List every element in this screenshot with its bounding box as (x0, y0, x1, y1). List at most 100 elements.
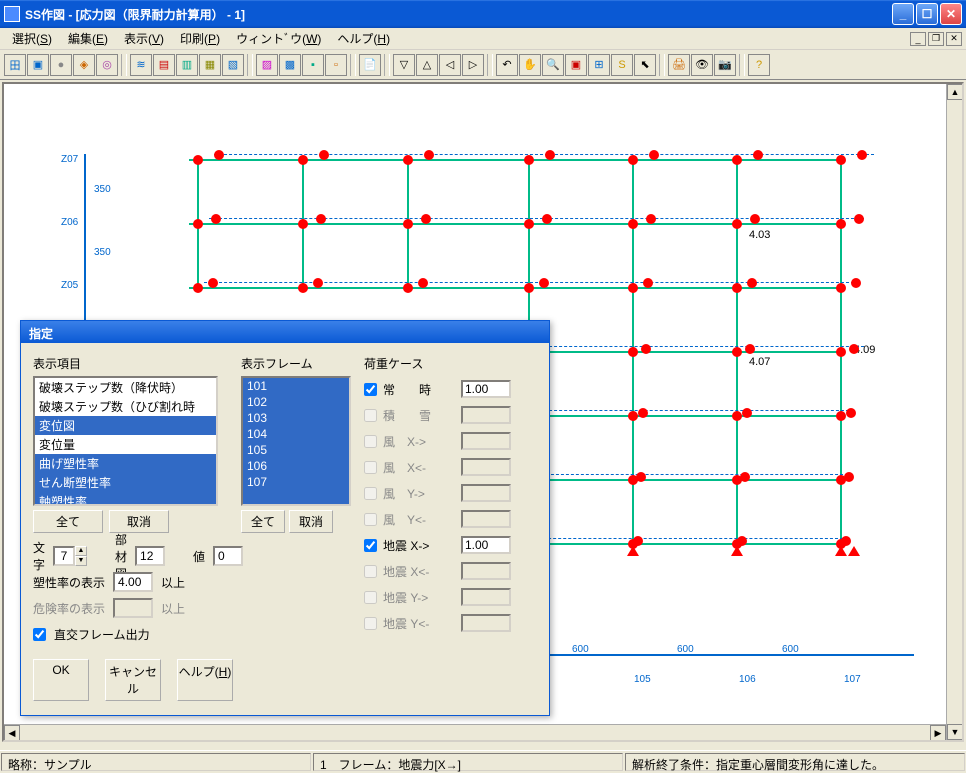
tool-ptr[interactable]: ⬉ (634, 54, 656, 76)
sosei-field[interactable] (113, 572, 153, 592)
loadcase-label: 地震 Y<- (383, 615, 455, 632)
buzai-field[interactable] (135, 546, 165, 566)
menu-select[interactable]: 選択(S) (4, 28, 60, 49)
list-item[interactable]: 106 (243, 458, 349, 474)
btn-cancel-2[interactable]: 取消 (289, 510, 333, 533)
tool-grid2[interactable]: ⊞ (588, 54, 610, 76)
list-item[interactable]: 104 (243, 426, 349, 442)
btn-all-1[interactable]: 全て (33, 510, 103, 533)
mdi-minimize[interactable]: _ (910, 32, 926, 46)
list-item[interactable]: 101 (243, 378, 349, 394)
tool-13[interactable]: ▪ (302, 54, 324, 76)
cancel-button[interactable]: キャンセル (105, 659, 161, 701)
scroll-up-icon[interactable]: ▲ (947, 84, 963, 100)
list-item[interactable]: 破壊ステップ数（ひび割れ時 (35, 397, 216, 416)
window-title: SS作図 - [応力図（限界耐力計算用） - 1] (25, 6, 892, 23)
label-val: 値 (193, 548, 205, 565)
tool-help[interactable]: ? (748, 54, 770, 76)
tool-print[interactable]: 🖨 (668, 54, 690, 76)
tool-zoom[interactable]: 🔍 (542, 54, 564, 76)
loadcase-value (461, 588, 511, 606)
loadcase-label: 風 Y-> (383, 485, 455, 502)
vscroll[interactable]: ▲ ▼ (946, 84, 962, 740)
spin-moji[interactable]: ▲▼ (53, 546, 87, 566)
tool-preview[interactable]: 👁 (691, 54, 713, 76)
list-item[interactable]: 変位図 (35, 416, 216, 435)
tool-12[interactable]: ▩ (279, 54, 301, 76)
tool-right[interactable]: ▷ (462, 54, 484, 76)
menu-help[interactable]: ヘルプ(H) (329, 28, 398, 49)
node (628, 283, 638, 293)
mdi-close[interactable]: ✕ (946, 32, 962, 46)
list-item[interactable]: 107 (243, 474, 349, 490)
tool-9[interactable]: ▦ (199, 54, 221, 76)
tool-2[interactable]: ▣ (27, 54, 49, 76)
maximize-button[interactable]: ☐ (916, 3, 938, 25)
moji-field[interactable] (53, 546, 75, 566)
tool-14[interactable]: ▫ (325, 54, 347, 76)
tool-grid[interactable]: 田 (4, 54, 26, 76)
list-hyoji-komoku[interactable]: 破壊ステップ数（降伏時） 破壊ステップ数（ひび割れ時 変位図 変位量 曲げ塑性率… (33, 376, 218, 506)
list-item[interactable]: せん断塑性率 (35, 473, 216, 492)
tool-3[interactable]: ● (50, 54, 72, 76)
node-disp (745, 344, 755, 354)
scroll-left-icon[interactable]: ◀ (4, 725, 20, 741)
node (836, 347, 846, 357)
loadcase-value (461, 432, 511, 450)
tool-cam[interactable]: 📷 (714, 54, 736, 76)
list-item[interactable]: 103 (243, 410, 349, 426)
tool-4[interactable]: ◈ (73, 54, 95, 76)
cb-loadcase[interactable] (364, 383, 377, 396)
tool-11[interactable]: ▨ (256, 54, 278, 76)
hscroll[interactable]: ◀ ▶ (4, 724, 946, 740)
menu-window[interactable]: ウィントﾞウ(W) (228, 28, 329, 49)
mdi-restore[interactable]: ❐ (928, 32, 944, 46)
list-item[interactable]: 破壊ステップ数（降伏時） (35, 378, 216, 397)
tool-7[interactable]: ▤ (153, 54, 175, 76)
scroll-down-icon[interactable]: ▼ (947, 724, 963, 740)
cb-loadcase[interactable] (364, 539, 377, 552)
cb-loadcase (364, 565, 377, 578)
node (403, 283, 413, 293)
label-loadcase: 荷重ケース (364, 355, 539, 372)
loadcase-row: 地震 X-> (364, 532, 539, 558)
spin-down-icon[interactable]: ▼ (75, 556, 87, 566)
close-button[interactable]: ✕ (940, 3, 962, 25)
tool-undo[interactable]: ↶ (496, 54, 518, 76)
tool-6[interactable]: ≋ (130, 54, 152, 76)
help-button[interactable]: ヘルプ(H) (177, 659, 233, 701)
list-item[interactable]: 105 (243, 442, 349, 458)
val-field[interactable] (213, 546, 243, 566)
list-item[interactable]: 軸塑性率 (35, 492, 216, 506)
tool-s[interactable]: S (611, 54, 633, 76)
menu-edit[interactable]: 編集(E) (60, 28, 116, 49)
menu-view[interactable]: 表示(V) (116, 28, 172, 49)
list-hyoji-frame[interactable]: 101 102 103 104 105 106 107 (241, 376, 351, 506)
btn-all-2[interactable]: 全て (241, 510, 285, 533)
cb-ortho[interactable] (33, 628, 46, 641)
list-item[interactable]: 曲げ塑性率 (35, 454, 216, 473)
loadcase-value[interactable] (461, 380, 511, 398)
list-item[interactable]: 102 (243, 394, 349, 410)
ok-button[interactable]: OK (33, 659, 89, 701)
label-ijo: 以上 (161, 574, 185, 591)
tool-8[interactable]: ▥ (176, 54, 198, 76)
tool-10[interactable]: ▧ (222, 54, 244, 76)
status-panel-1: 略称：サンプル (1, 753, 311, 771)
tool-doc[interactable]: 📄 (359, 54, 381, 76)
tool-up[interactable]: △ (416, 54, 438, 76)
tool-hand[interactable]: ✋ (519, 54, 541, 76)
list-item[interactable]: 変位量 (35, 435, 216, 454)
spin-up-icon[interactable]: ▲ (75, 546, 87, 556)
tool-down[interactable]: ▽ (393, 54, 415, 76)
minimize-button[interactable]: _ (892, 3, 914, 25)
menu-print[interactable]: 印刷(P) (172, 28, 228, 49)
scroll-right-icon[interactable]: ▶ (930, 725, 946, 741)
tool-fit[interactable]: ▣ (565, 54, 587, 76)
node-disp (846, 408, 856, 418)
loadcase-value[interactable] (461, 536, 511, 554)
tool-left[interactable]: ◁ (439, 54, 461, 76)
tool-5[interactable]: ◎ (96, 54, 118, 76)
label-ijo2: 以上 (161, 600, 185, 617)
node (403, 155, 413, 165)
